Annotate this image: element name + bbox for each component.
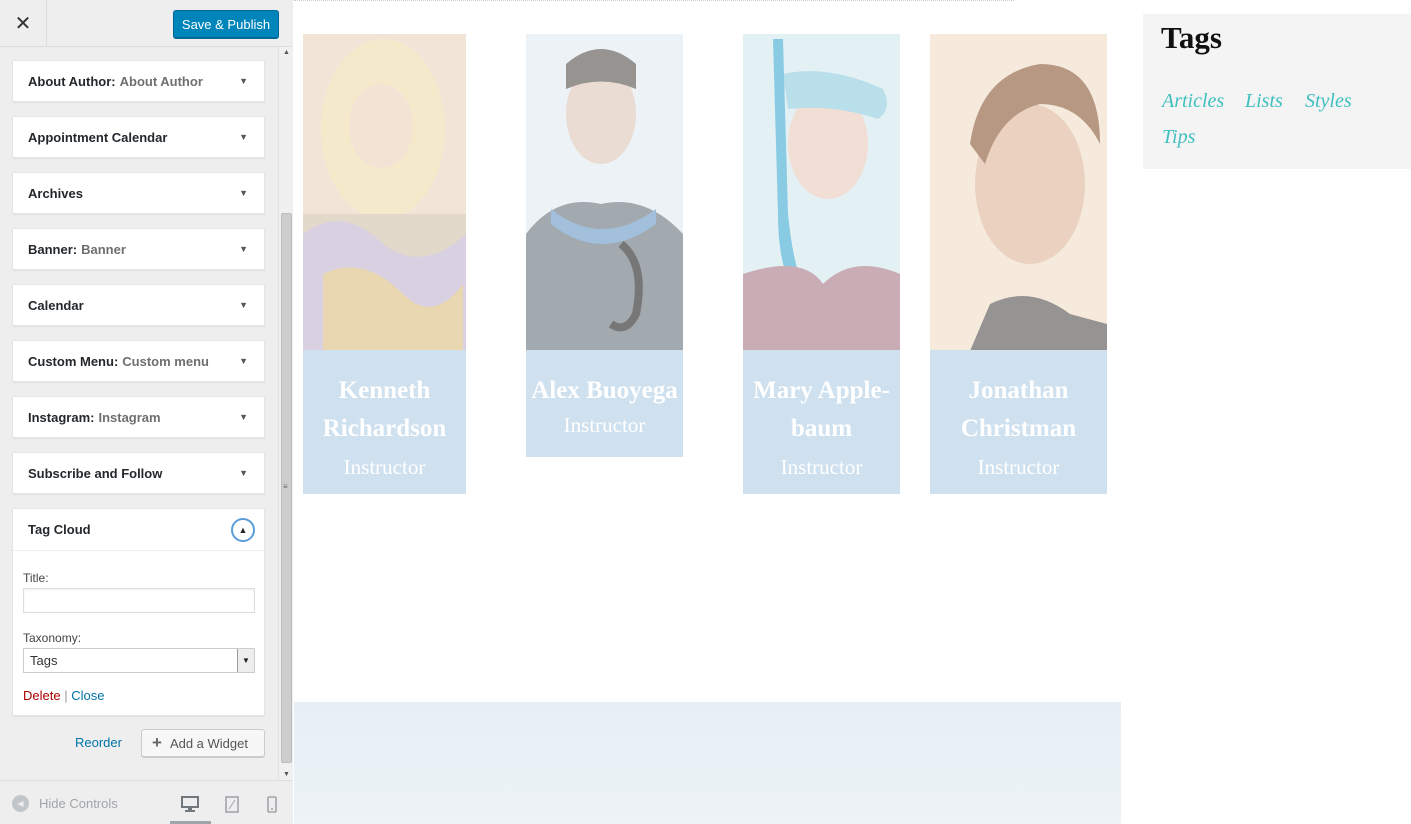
instructor-caption: Jonathan Christman Instructor <box>930 350 1107 494</box>
preview-top-border <box>294 0 1014 1</box>
expand-arrow-icon[interactable]: ▼ <box>239 188 248 198</box>
scroll-thumb[interactable]: ≡ <box>281 213 292 763</box>
widget-subtitle: About Author <box>119 73 203 89</box>
tag-link-tips[interactable]: Tips <box>1162 126 1195 149</box>
instructor-name: Kenneth Richardson <box>322 377 447 442</box>
expand-arrow-icon[interactable]: ▼ <box>239 132 248 142</box>
add-widget-button[interactable]: + Add a Widget <box>141 729 265 757</box>
widget-instagram[interactable]: Instagram: Instagram ▼ <box>12 396 265 438</box>
dropdown-arrow-icon[interactable]: ▼ <box>237 649 254 672</box>
panel-header: ✕ Save & Publish <box>0 0 293 47</box>
close-link[interactable]: Close <box>71 688 104 703</box>
widget-custom-menu[interactable]: Custom Menu: Custom menu ▼ <box>12 340 265 382</box>
widget-name: Subscribe and Follow <box>28 465 163 481</box>
widget-name: Appointment Calendar <box>28 129 168 145</box>
instructor-name: Mary Apple-baum <box>753 377 890 442</box>
widget-subtitle: Custom menu <box>122 353 209 369</box>
widget-name: Archives <box>28 185 83 201</box>
mobile-preview-icon[interactable] <box>262 795 282 813</box>
tag-link-articles[interactable]: Articles <box>1162 90 1224 113</box>
instructor-role: Instructor <box>977 455 1060 479</box>
save-publish-button[interactable]: Save & Publish <box>173 10 279 38</box>
title-label: Title: <box>23 571 49 585</box>
widget-subtitle: Banner <box>81 241 126 257</box>
footer-background-image <box>294 702 1121 824</box>
add-widget-label: Add a Widget <box>169 735 248 751</box>
instructor-name: Alex Buoyega <box>531 377 678 404</box>
hide-controls-label: Hide Controls <box>39 796 118 811</box>
instructor-photo <box>930 34 1107 351</box>
instructor-photo <box>743 34 900 351</box>
expand-arrow-icon[interactable]: ▼ <box>239 244 248 254</box>
link-separator: | <box>64 688 68 703</box>
widget-name: Banner: <box>28 241 78 257</box>
instructor-caption: Alex Buoyega Instructor <box>526 350 683 457</box>
reorder-link[interactable]: Reorder <box>75 735 122 750</box>
instructor-role: Instructor <box>780 455 863 479</box>
widget-tag-cloud-expanded: Tag Cloud ▲ Title: Taxonomy: Tags ▼ Dele… <box>12 508 265 716</box>
widget-banner[interactable]: Banner: Banner ▼ <box>12 228 265 270</box>
widget-calendar[interactable]: Calendar ▼ <box>12 284 265 326</box>
instructor-caption: Kenneth Richardson Instructor <box>303 350 466 494</box>
collapse-left-icon: ◀ <box>12 795 29 812</box>
delete-link[interactable]: Delete <box>23 688 61 703</box>
widget-archives[interactable]: Archives ▼ <box>12 172 265 214</box>
hide-controls-button[interactable]: ◀ Hide Controls <box>12 795 118 812</box>
widget-name: Custom Menu: <box>28 353 119 369</box>
customizer-panel: ✕ Save & Publish About Author: About Aut… <box>0 0 293 824</box>
expand-arrow-icon[interactable]: ▼ <box>239 300 248 310</box>
expand-arrow-icon[interactable]: ▼ <box>239 468 248 478</box>
title-input[interactable] <box>23 588 255 613</box>
instructor-role: Instructor <box>563 413 646 437</box>
expand-arrow-icon[interactable]: ▼ <box>239 356 248 366</box>
widget-actions: Delete | Close <box>23 688 104 703</box>
widget-appointment-calendar[interactable]: Appointment Calendar ▼ <box>12 116 265 158</box>
tag-link-lists[interactable]: Lists <box>1245 90 1283 113</box>
widget-name: Tag Cloud <box>28 522 91 537</box>
taxonomy-select[interactable]: Tags ▼ <box>23 648 255 673</box>
instructor-caption: Mary Apple-baum Instructor <box>743 350 900 494</box>
widget-subscribe-follow[interactable]: Subscribe and Follow ▼ <box>12 452 265 494</box>
expand-arrow-icon[interactable]: ▼ <box>239 412 248 422</box>
instructor-photo <box>526 34 683 351</box>
tag-cloud-header[interactable]: Tag Cloud ▲ <box>13 509 264 551</box>
site-preview: Kenneth Richardson Instructor Alex Buoyeg… <box>294 0 1411 824</box>
instructor-photo <box>303 34 466 351</box>
scroll-down-arrow-icon[interactable]: ▼ <box>283 771 290 778</box>
scroll-up-arrow-icon[interactable]: ▲ <box>283 49 290 56</box>
taxonomy-label: Taxonomy: <box>23 631 82 645</box>
tags-widget: Tags Articles Lists Styles Tips <box>1143 14 1411 169</box>
tag-link-styles[interactable]: Styles <box>1305 90 1352 113</box>
instructor-role: Instructor <box>343 455 426 479</box>
plus-icon: + <box>152 733 162 752</box>
desktop-preview-icon[interactable] <box>180 795 200 813</box>
expand-arrow-icon[interactable]: ▼ <box>239 76 248 86</box>
widget-name: About Author: <box>28 73 116 89</box>
widget-name: Calendar <box>28 297 84 313</box>
close-customizer-button[interactable]: ✕ <box>0 0 47 47</box>
widget-name: Instagram: <box>28 409 95 425</box>
panel-footer: ◀ Hide Controls <box>0 780 293 824</box>
panel-scrollbar[interactable]: ▲ ≡ ▼ <box>278 47 293 780</box>
widget-about-author[interactable]: About Author: About Author ▼ <box>12 60 265 102</box>
tablet-preview-icon[interactable] <box>222 795 242 813</box>
tags-widget-title: Tags <box>1161 20 1222 55</box>
taxonomy-selected-value: Tags <box>30 653 58 668</box>
widget-subtitle: Instagram <box>98 409 161 425</box>
collapse-arrow-icon[interactable]: ▲ <box>231 518 255 542</box>
instructor-name: Jonathan Christman <box>960 377 1077 442</box>
scroll-grip-icon: ≡ <box>283 482 288 491</box>
